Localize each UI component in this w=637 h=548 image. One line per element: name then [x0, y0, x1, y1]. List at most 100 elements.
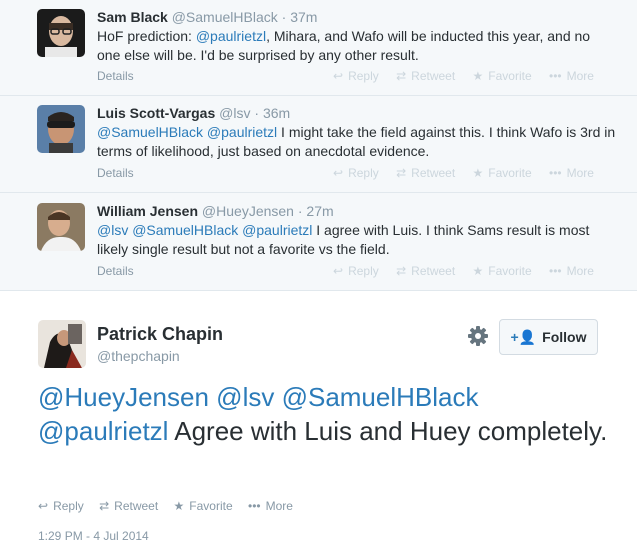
- tweet-actions: ↩ Reply ⇄ Retweet ★ Favorite ••• More: [333, 166, 608, 180]
- reply-label: Reply: [348, 264, 379, 278]
- text-segment: [274, 382, 281, 412]
- reply-button[interactable]: ↩ Reply: [333, 264, 379, 278]
- more-button[interactable]: ••• More: [248, 499, 293, 513]
- tweet-header: Luis Scott-Vargas @lsv · 36m: [97, 105, 290, 121]
- star-icon: ★: [472, 264, 484, 278]
- details-link[interactable]: Details: [97, 264, 134, 278]
- author-name[interactable]: William Jensen: [97, 203, 198, 219]
- tweet-header: Sam Black @SamuelHBlack · 37m: [97, 9, 317, 25]
- text-segment: HoF prediction:: [97, 28, 196, 44]
- avatar[interactable]: [37, 105, 85, 153]
- retweet-icon: ⇄: [396, 166, 407, 180]
- reply-button[interactable]: ↩ Reply: [333, 166, 379, 180]
- details-link[interactable]: Details: [97, 166, 134, 180]
- reply-icon: ↩: [333, 264, 344, 278]
- author-name[interactable]: Patrick Chapin: [97, 324, 223, 345]
- follow-button[interactable]: +👤 Follow: [499, 319, 598, 355]
- retweet-icon: ⇄: [99, 499, 110, 513]
- author-name[interactable]: Sam Black: [97, 9, 168, 25]
- retweet-button[interactable]: ⇄ Retweet: [396, 166, 455, 180]
- retweet-label: Retweet: [411, 166, 456, 180]
- tweet-header: William Jensen @HueyJensen · 27m: [97, 203, 334, 219]
- star-icon: ★: [472, 166, 484, 180]
- mention-link[interactable]: @paulrietzl: [38, 416, 168, 446]
- tweet-timestamp[interactable]: 1:29 PM - 4 Jul 2014: [38, 529, 149, 543]
- reply-label: Reply: [348, 69, 379, 83]
- retweet-icon: ⇄: [396, 264, 407, 278]
- favorite-button[interactable]: ★ Favorite: [473, 264, 532, 278]
- retweet-label: Retweet: [411, 264, 456, 278]
- tweet-actions: ↩ Reply ⇄ Retweet ★ Favorite ••• More: [333, 69, 608, 83]
- author-name[interactable]: Luis Scott-Vargas: [97, 105, 215, 121]
- author-handle[interactable]: @lsv: [219, 105, 250, 121]
- tweet-actions: ↩ Reply ⇄ Retweet ★ Favorite ••• More: [38, 499, 305, 513]
- reply-icon: ↩: [333, 69, 344, 83]
- author-handle[interactable]: @HueyJensen: [202, 203, 294, 219]
- retweet-button[interactable]: ⇄ Retweet: [99, 499, 158, 513]
- more-icon: •••: [248, 499, 261, 513]
- more-icon: •••: [549, 264, 562, 278]
- avatar[interactable]: [37, 203, 85, 251]
- more-icon: •••: [549, 69, 562, 83]
- favorite-label: Favorite: [488, 69, 532, 83]
- star-icon: ★: [173, 499, 185, 513]
- reply-tweet: Luis Scott-Vargas @lsv · 36m @SamuelHBla…: [0, 96, 637, 193]
- tweet-text: HoF prediction: @paulrietzl, Mihara, and…: [97, 27, 617, 65]
- mention-link[interactable]: @lsv: [216, 382, 274, 412]
- tweet-text: @HueyJensen @lsv @SamuelHBlack @paulriet…: [38, 380, 608, 448]
- mention-link[interactable]: @paulrietzl: [242, 222, 312, 238]
- mention-link[interactable]: @lsv: [97, 222, 128, 238]
- add-user-icon: +👤: [510, 329, 537, 345]
- reply-label: Reply: [348, 166, 379, 180]
- retweet-button[interactable]: ⇄ Retweet: [396, 264, 455, 278]
- reply-tweet: William Jensen @HueyJensen · 27m @lsv @S…: [0, 193, 637, 291]
- retweet-icon: ⇄: [396, 69, 407, 83]
- reply-icon: ↩: [38, 499, 49, 513]
- text-segment: Agree with Luis and Huey completely.: [168, 416, 608, 446]
- tweet-text: @lsv @SamuelHBlack @paulrietzl I agree w…: [97, 221, 617, 259]
- avatar[interactable]: [38, 320, 86, 368]
- favorite-label: Favorite: [488, 264, 532, 278]
- reply-label: Reply: [53, 499, 84, 513]
- reply-button[interactable]: ↩ Reply: [333, 69, 379, 83]
- tweet-actions: ↩ Reply ⇄ Retweet ★ Favorite ••• More: [333, 264, 608, 278]
- mention-link[interactable]: @paulrietzl: [207, 124, 277, 140]
- favorite-label: Favorite: [488, 166, 532, 180]
- more-label: More: [566, 166, 594, 180]
- more-button[interactable]: ••• More: [549, 166, 594, 180]
- more-button[interactable]: ••• More: [549, 264, 594, 278]
- avatar[interactable]: [37, 9, 85, 57]
- more-button[interactable]: ••• More: [549, 69, 594, 83]
- timestamp[interactable]: 36m: [263, 105, 290, 121]
- mention-link[interactable]: @paulrietzl: [196, 28, 266, 44]
- separator: ·: [281, 9, 287, 25]
- favorite-button[interactable]: ★ Favorite: [473, 166, 532, 180]
- follow-label: Follow: [542, 329, 587, 345]
- reply-button[interactable]: ↩ Reply: [38, 499, 84, 513]
- retweet-button[interactable]: ⇄ Retweet: [396, 69, 455, 83]
- author-handle[interactable]: @SamuelHBlack: [172, 9, 278, 25]
- separator: ·: [254, 105, 260, 121]
- retweet-label: Retweet: [114, 499, 159, 513]
- favorite-label: Favorite: [189, 499, 233, 513]
- mention-link[interactable]: @SamuelHBlack: [282, 382, 479, 412]
- more-label: More: [566, 264, 594, 278]
- reply-icon: ↩: [333, 166, 344, 180]
- retweet-label: Retweet: [411, 69, 456, 83]
- timestamp[interactable]: 37m: [290, 9, 317, 25]
- tweet-text: @SamuelHBlack @paulrietzl I might take t…: [97, 123, 617, 161]
- star-icon: ★: [472, 69, 484, 83]
- mention-link[interactable]: @SamuelHBlack: [97, 124, 203, 140]
- mention-link[interactable]: @SamuelHBlack: [132, 222, 238, 238]
- author-handle[interactable]: @thepchapin: [97, 348, 180, 364]
- more-label: More: [566, 69, 594, 83]
- timestamp[interactable]: 27m: [306, 203, 333, 219]
- favorite-button[interactable]: ★ Favorite: [174, 499, 233, 513]
- details-link[interactable]: Details: [97, 69, 134, 83]
- separator: ·: [297, 203, 303, 219]
- gear-icon[interactable]: [467, 325, 489, 347]
- mention-link[interactable]: @HueyJensen: [38, 382, 209, 412]
- more-icon: •••: [549, 166, 562, 180]
- favorite-button[interactable]: ★ Favorite: [473, 69, 532, 83]
- more-label: More: [265, 499, 293, 513]
